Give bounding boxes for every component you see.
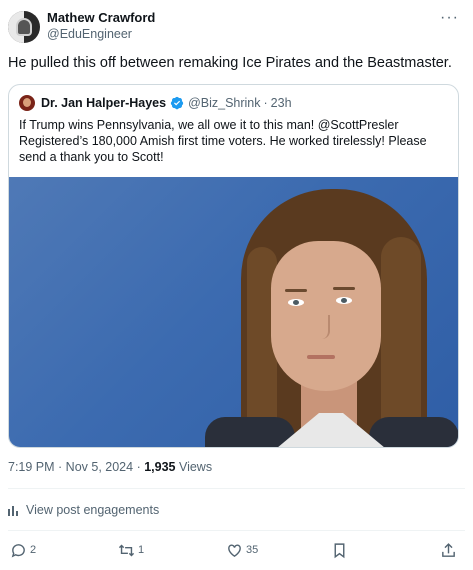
share-icon	[442, 542, 455, 557]
reply-icon	[11, 543, 25, 558]
photo-jacket-right	[369, 417, 458, 447]
view-engagements-link[interactable]: View post engagements	[8, 503, 159, 517]
like-count: 35	[246, 544, 259, 556]
reply-count: 2	[30, 544, 37, 556]
verified-badge-icon	[170, 96, 184, 110]
repost-icon	[118, 544, 135, 556]
photo-brow-right	[333, 287, 355, 290]
photo-brow-left	[285, 289, 307, 292]
tweet-date[interactable]: Nov 5, 2024	[66, 460, 133, 474]
quoted-tweet-header: Dr. Jan Halper-Hayes @Biz_Shrink · 23h	[19, 95, 292, 111]
photo-mouth	[307, 355, 335, 359]
photo-jacket-left	[205, 417, 295, 447]
action-bar: 2 1 35	[8, 540, 465, 560]
quoted-timestamp: 23h	[270, 96, 292, 110]
views-label: Views	[175, 460, 213, 474]
quoted-tweet[interactable]: Dr. Jan Halper-Hayes @Biz_Shrink · 23h I…	[8, 84, 459, 448]
author-names: Mathew Crawford @EduEngineer	[47, 9, 155, 43]
share-button[interactable]	[440, 542, 457, 559]
repost-count: 1	[138, 544, 145, 556]
tweet-time[interactable]: 7:19 PM	[8, 460, 55, 474]
meta-separator: ·	[133, 460, 145, 474]
divider-top	[8, 488, 465, 489]
author-handle[interactable]: @EduEngineer	[47, 26, 155, 43]
avatar-glyph	[16, 18, 32, 36]
repost-button[interactable]: 1	[118, 542, 144, 559]
bookmark-button[interactable]	[331, 542, 348, 559]
meta-separator: ·	[54, 460, 66, 474]
author-avatar[interactable]	[8, 11, 40, 43]
quoted-separator: ·	[263, 96, 268, 110]
analytics-icon	[8, 506, 18, 516]
quoted-author-name: Dr. Jan Halper-Hayes	[41, 96, 167, 110]
like-button[interactable]: 35	[226, 542, 258, 559]
photo-eye-right	[336, 297, 352, 304]
like-icon	[228, 543, 241, 557]
photo-nose	[318, 315, 330, 339]
tweet-text: He pulled this off between remaking Ice …	[8, 55, 452, 71]
quoted-tweet-text: If Trump wins Pennsylvania, we all owe i…	[19, 118, 427, 164]
divider-bottom	[8, 530, 465, 531]
more-icon[interactable]: ···	[440, 9, 459, 27]
tweet-header: Mathew Crawford @EduEngineer ···	[8, 9, 465, 49]
views-count: 1,935	[144, 460, 176, 474]
quoted-author-avatar	[19, 95, 35, 111]
quoted-author-handle: @Biz_Shrink	[188, 96, 261, 110]
author-display-name[interactable]: Mathew Crawford	[47, 9, 155, 26]
bookmark-icon	[334, 542, 345, 558]
tweet-meta: 7:19 PM · Nov 5, 2024 · 1,935 Views	[8, 460, 212, 474]
reply-button[interactable]: 2	[10, 542, 36, 559]
view-engagements-label: View post engagements	[26, 503, 160, 517]
photo-eye-left	[288, 299, 304, 306]
quoted-tweet-photo[interactable]	[9, 177, 458, 447]
photo-hair-strand-right	[381, 237, 421, 447]
